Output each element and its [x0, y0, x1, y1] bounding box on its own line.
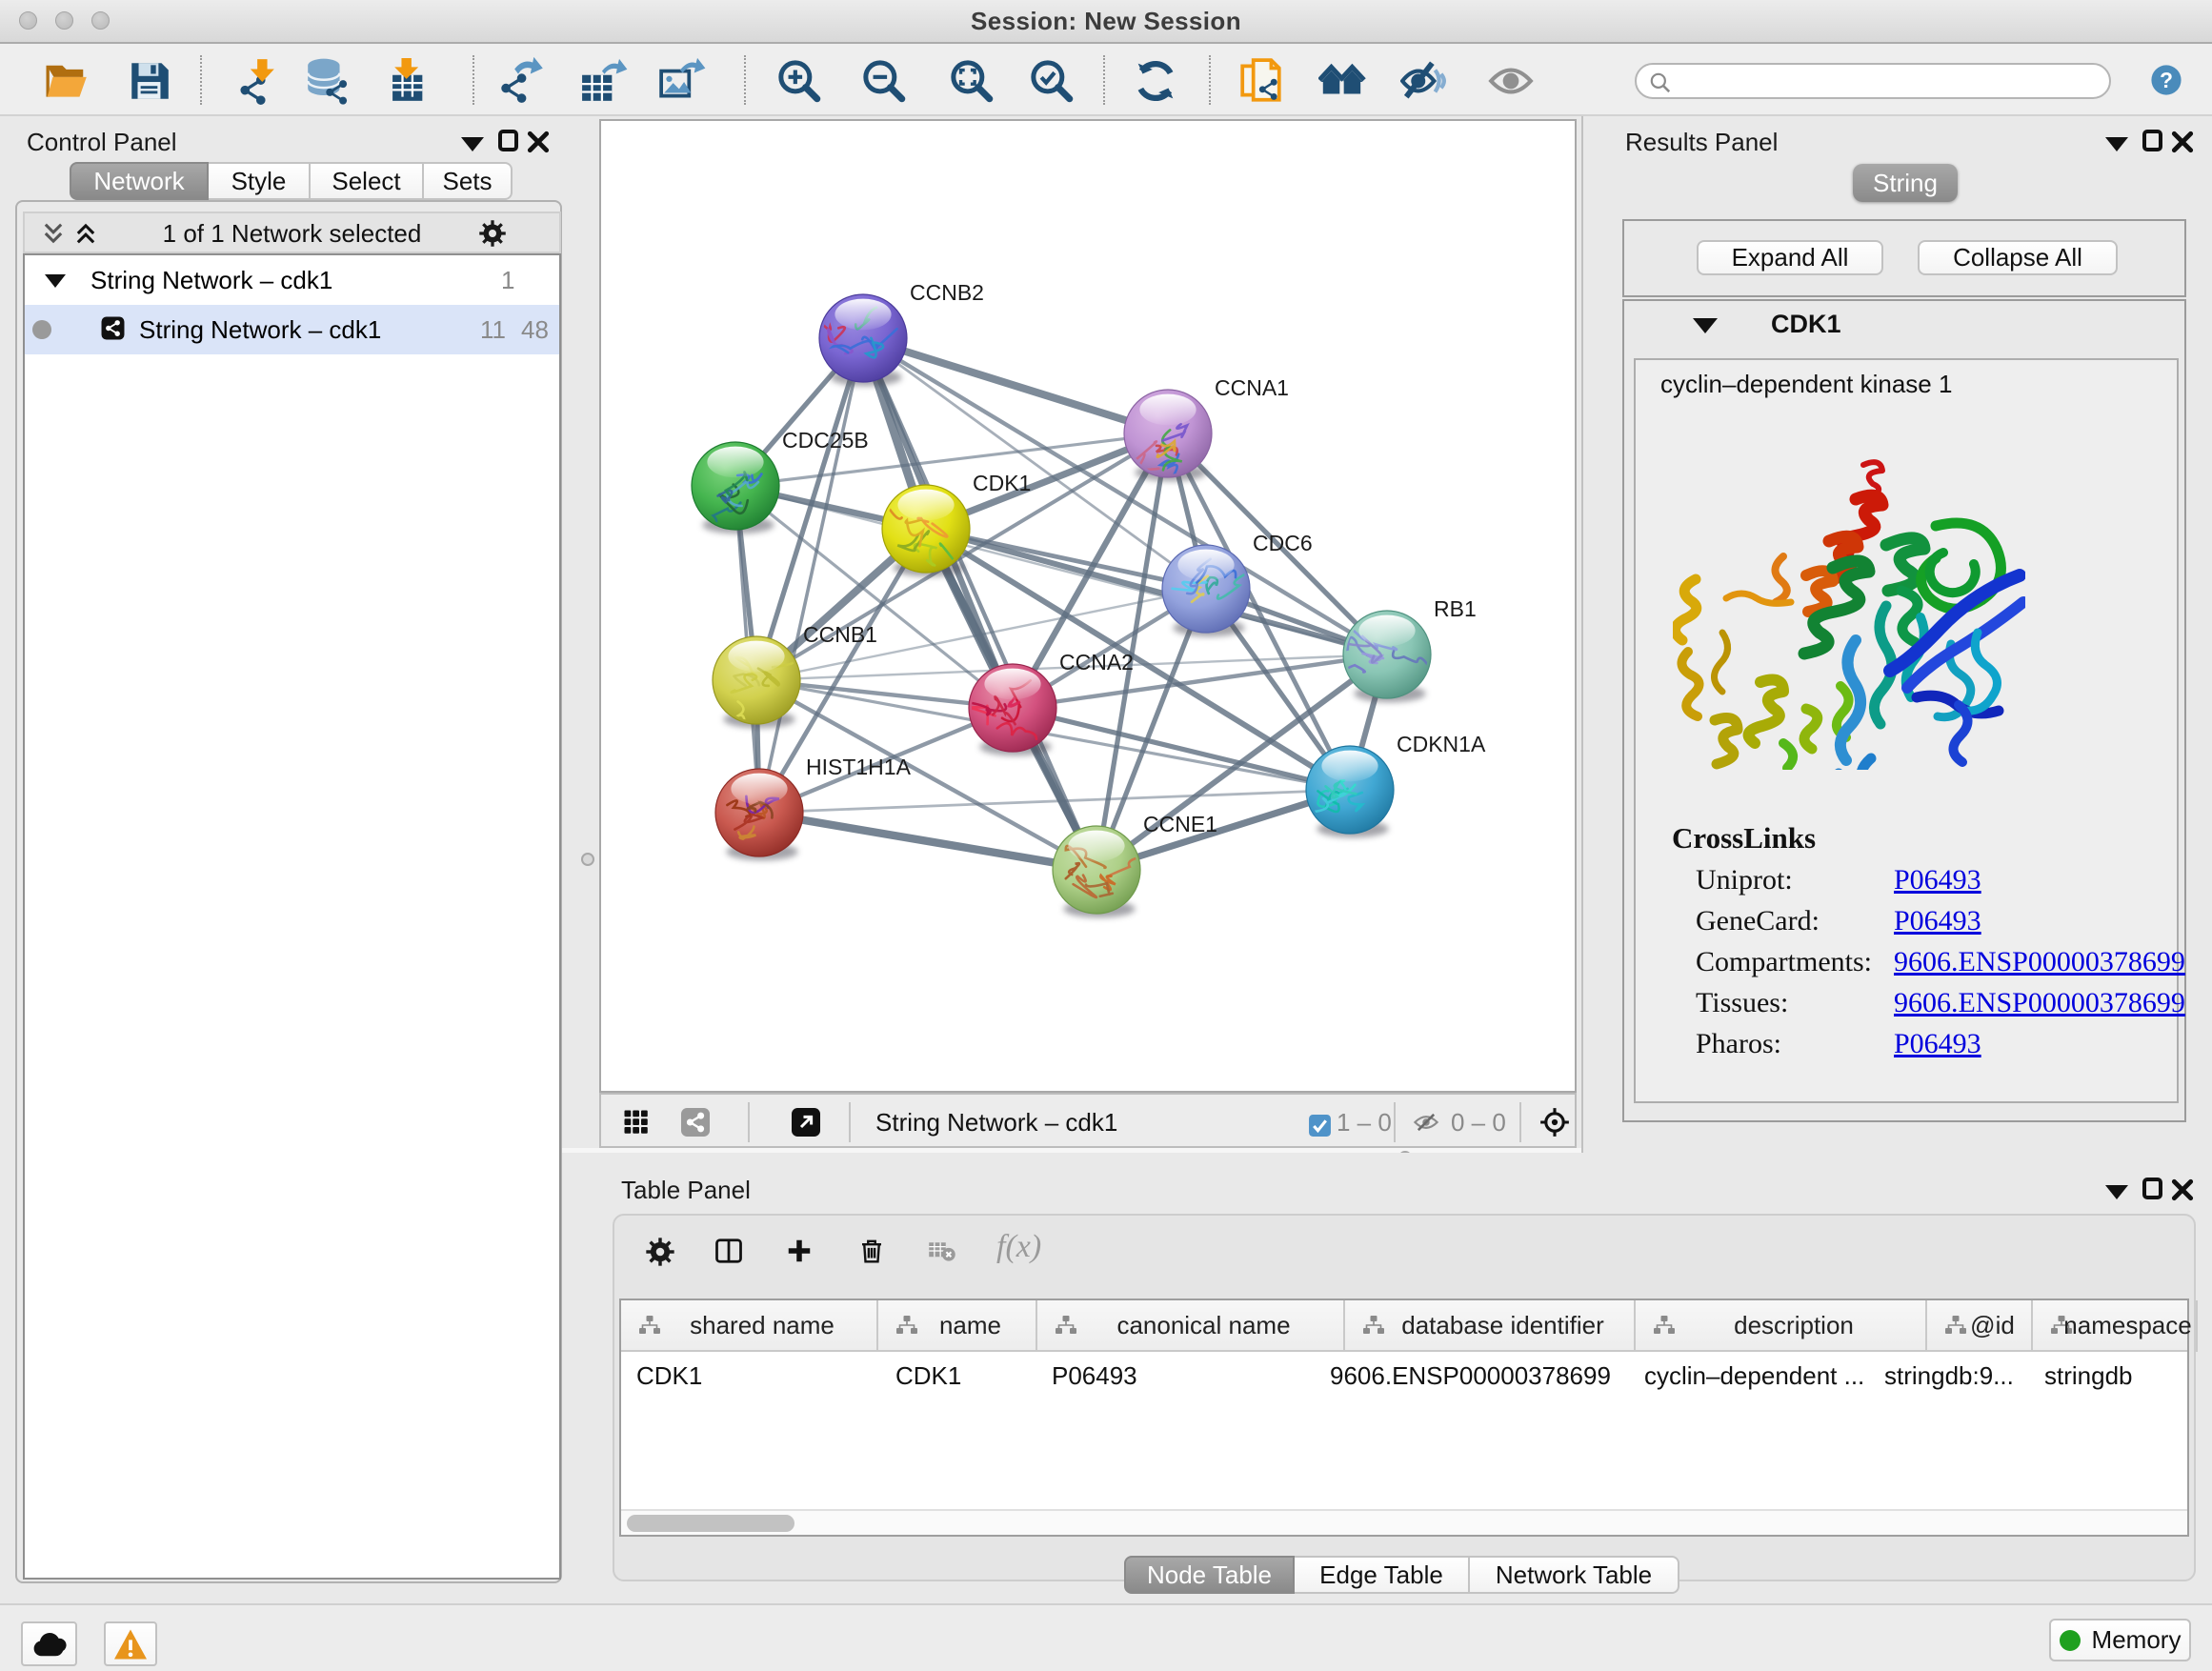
svg-text:HIST1H1A: HIST1H1A [806, 755, 912, 779]
svg-text:CCNE1: CCNE1 [1143, 812, 1217, 836]
svg-text:CDC6: CDC6 [1253, 531, 1313, 555]
svg-text:?: ? [2160, 68, 2173, 92]
svg-text:RB1: RB1 [1434, 596, 1477, 621]
svg-text:CCNB2: CCNB2 [910, 280, 984, 305]
svg-text:CCNA1: CCNA1 [1215, 375, 1289, 400]
svg-text:CDK1: CDK1 [973, 471, 1031, 495]
svg-text:CCNB1: CCNB1 [803, 622, 877, 647]
svg-text:CCNA2: CCNA2 [1059, 650, 1134, 674]
svg-text:CDC25B: CDC25B [782, 428, 869, 453]
svg-text:CDKN1A: CDKN1A [1397, 732, 1486, 756]
